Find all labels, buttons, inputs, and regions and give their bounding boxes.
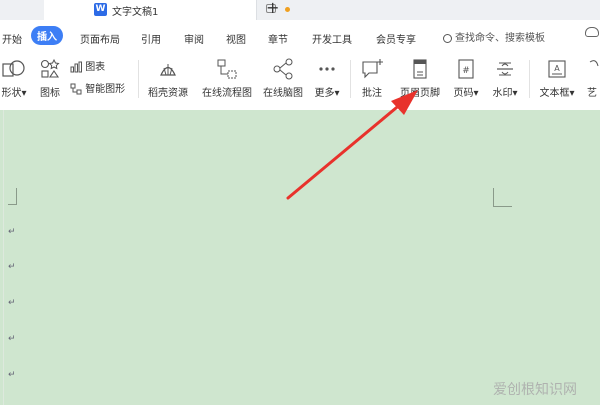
annotation-arrow <box>286 90 418 200</box>
site-watermark: 爱创根知识网 <box>493 382 577 398</box>
